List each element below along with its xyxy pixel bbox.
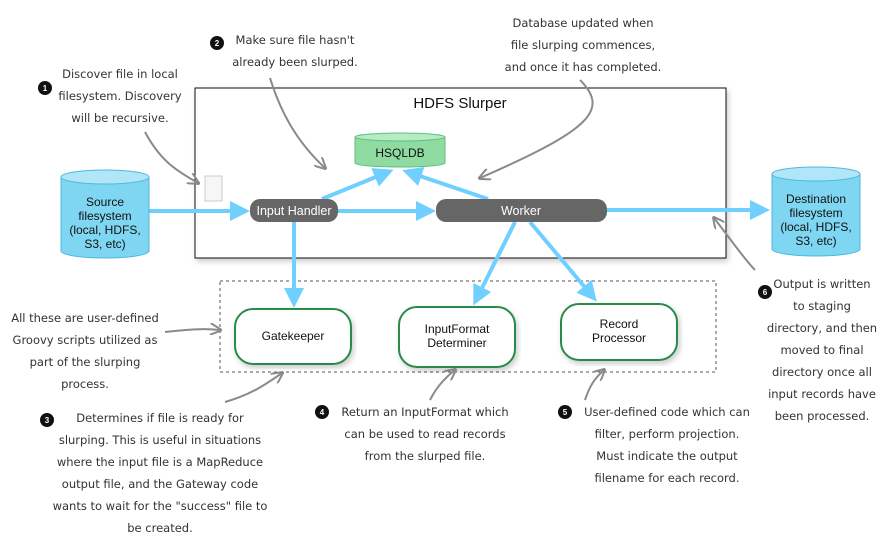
destination-label: filesystem xyxy=(789,206,842,220)
note-text: filter, perform projection. xyxy=(595,427,740,441)
note-text: and once it has completed. xyxy=(505,60,662,74)
note-text: from the slurped file. xyxy=(365,449,486,463)
note-1: 1 Discover file in local filesystem. Dis… xyxy=(38,67,182,125)
step-number: 6 xyxy=(763,288,768,297)
note-text: Output is written xyxy=(773,277,870,291)
note-text: be created. xyxy=(127,521,193,535)
step-number: 4 xyxy=(320,408,325,417)
note-text: slurping. This is useful in situations xyxy=(59,433,261,447)
step-number: 1 xyxy=(43,84,48,93)
input-format-label: InputFormat xyxy=(425,322,490,336)
note-groovy: All these are user-defined Groovy script… xyxy=(11,311,159,391)
destination-label: (local, HDFS, xyxy=(780,220,851,234)
hdfs-slurper-title: HDFS Slurper xyxy=(413,95,506,112)
note-6: 6 Output is written to staging directory… xyxy=(758,277,877,423)
destination-filesystem: Destination filesystem (local, HDFS, S3,… xyxy=(771,166,861,257)
note-text: Discover file in local xyxy=(62,67,178,81)
note-text: Determines if file is ready for xyxy=(76,411,244,425)
record-processor-label: Processor xyxy=(592,331,646,345)
step-number: 2 xyxy=(215,39,220,48)
hsqldb-label: HSQLDB xyxy=(375,146,424,160)
source-label: (local, HDFS, xyxy=(69,223,140,237)
note-text: filename for each record. xyxy=(594,471,739,485)
hdfs-slurper-diagram: HDFS Slurper Source filesystem (local, H… xyxy=(11,16,877,535)
note-text: to staging xyxy=(793,299,851,313)
note-4: 4 Return an InputFormat which can be use… xyxy=(315,405,509,463)
note-text: Database updated when xyxy=(512,16,653,30)
note-3: 3 Determines if file is ready for slurpi… xyxy=(40,411,267,535)
note-text: already been slurped. xyxy=(232,55,358,69)
note-text: User-defined code which can xyxy=(584,405,750,419)
hdfs-slurper-box xyxy=(194,87,727,259)
note-text: output file, and the Gateway code xyxy=(62,477,258,491)
source-label: S3, etc) xyxy=(84,237,125,251)
note-text: Groovy scripts utilized as xyxy=(13,333,158,347)
record-processor-label: Record xyxy=(600,317,639,331)
note-text: Make sure file hasn't xyxy=(236,33,355,47)
note-text: Must indicate the output xyxy=(596,449,738,463)
file-icon xyxy=(204,175,223,202)
note-2: 2 Make sure file hasn't already been slu… xyxy=(210,33,358,69)
destination-label: S3, etc) xyxy=(795,234,836,248)
note-text: moved to final xyxy=(780,343,863,357)
note-5: 5 User-defined code which can filter, pe… xyxy=(558,405,750,485)
note-text: where the input file is a MapReduce xyxy=(57,455,263,469)
input-format-label: Determiner xyxy=(427,336,486,350)
note-text: All these are user-defined xyxy=(11,311,159,325)
note-text: wants to wait for the "success" file to xyxy=(53,499,268,513)
hsqldb-database: HSQLDB xyxy=(354,132,446,168)
note-text: input records have xyxy=(768,387,876,401)
note-text: directory once all xyxy=(772,365,872,379)
note-text: process. xyxy=(61,377,109,391)
step-number: 3 xyxy=(45,416,50,425)
source-label: filesystem xyxy=(78,209,131,223)
destination-label: Destination xyxy=(786,192,846,206)
source-filesystem: Source filesystem (local, HDFS, S3, etc) xyxy=(60,169,150,259)
note-text: filesystem. Discovery xyxy=(58,89,181,103)
note-database: Database updated when file slurping comm… xyxy=(505,16,662,74)
note-text: part of the slurping xyxy=(30,355,141,369)
note-text: will be recursive. xyxy=(71,111,168,125)
source-label: Source xyxy=(86,195,124,209)
step-number: 5 xyxy=(563,408,568,417)
note-text: been processed. xyxy=(775,409,870,423)
note-text: can be used to read records xyxy=(344,427,505,441)
note-text: directory, and then xyxy=(767,321,877,335)
input-handler-label: Input Handler xyxy=(256,204,331,218)
note-text: file slurping commences, xyxy=(511,38,655,52)
note-text: Return an InputFormat which xyxy=(341,405,508,419)
gatekeeper-label: Gatekeeper xyxy=(262,329,325,343)
worker-label: Worker xyxy=(501,204,541,218)
